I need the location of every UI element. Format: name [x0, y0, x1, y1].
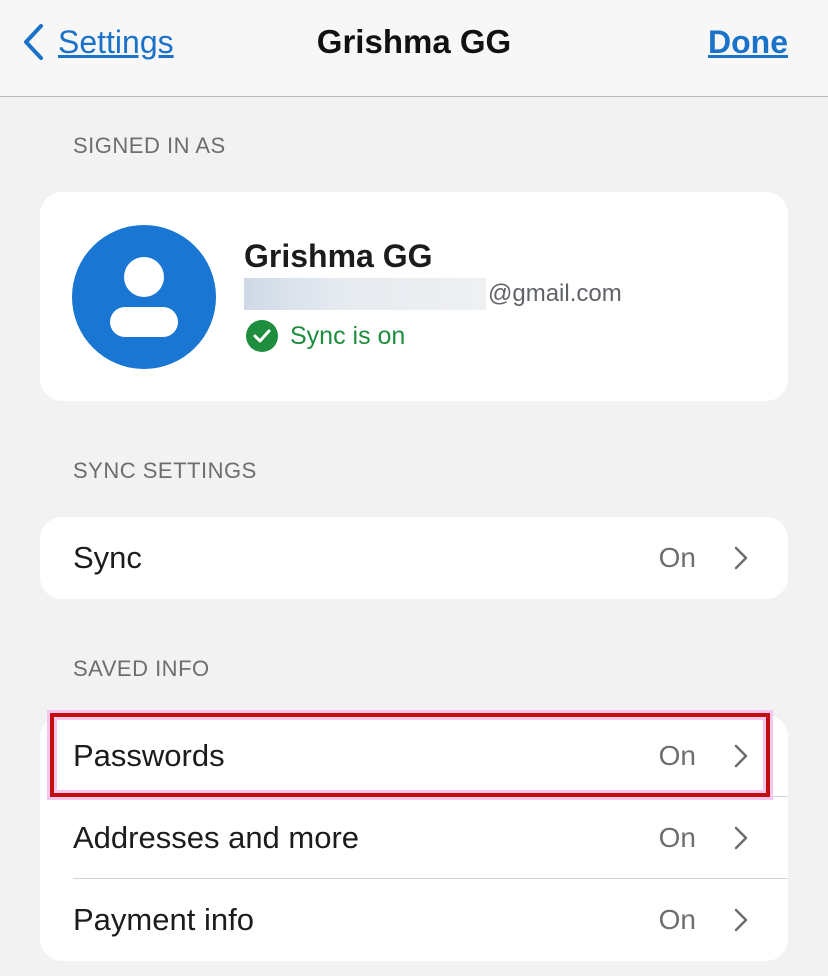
row-label: Payment info — [73, 902, 254, 937]
sync-status-label: Sync is on — [290, 321, 406, 350]
sync-status: Sync is on — [246, 320, 405, 352]
avatar — [72, 225, 216, 369]
passwords-row[interactable]: Passwords On — [40, 715, 788, 797]
navigation-bar: Settings Grishma GG Done — [0, 0, 828, 97]
page-title: Grishma GG — [316, 23, 512, 60]
sync-settings-header: SYNC SETTINGS — [73, 458, 257, 483]
chevron-right-icon — [734, 826, 748, 850]
saved-info-header: SAVED INFO — [73, 656, 210, 681]
sync-settings-card: Sync On — [40, 517, 788, 599]
saved-info-card: Passwords On Addresses and more On Payme… — [40, 715, 788, 961]
chevron-right-icon — [734, 908, 748, 932]
payment-info-row[interactable]: Payment info On — [40, 879, 788, 961]
chevron-right-icon — [734, 744, 748, 768]
person-icon-head — [124, 257, 164, 297]
addresses-row[interactable]: Addresses and more On — [40, 797, 788, 879]
sync-row[interactable]: Sync On — [40, 517, 788, 599]
row-label: Addresses and more — [73, 820, 360, 855]
row-value: On — [658, 542, 696, 573]
account-card[interactable]: Grishma GG @gmail.com Sync is on — [40, 192, 788, 401]
email-suffix: @gmail.com — [488, 280, 622, 307]
redacted-email-block — [244, 278, 486, 310]
row-label: Passwords — [73, 738, 225, 773]
signed-in-header: SIGNED IN AS — [73, 133, 226, 158]
row-value: On — [658, 822, 696, 853]
row-value: On — [658, 740, 696, 771]
person-icon-body — [110, 307, 178, 337]
row-label: Sync — [73, 540, 142, 575]
done-button[interactable]: Done — [708, 20, 788, 64]
account-name: Grishma GG — [244, 238, 433, 274]
account-email: @gmail.com — [244, 278, 622, 310]
check-circle-icon — [246, 320, 278, 352]
row-value: On — [658, 904, 696, 935]
chevron-right-icon — [734, 546, 748, 570]
